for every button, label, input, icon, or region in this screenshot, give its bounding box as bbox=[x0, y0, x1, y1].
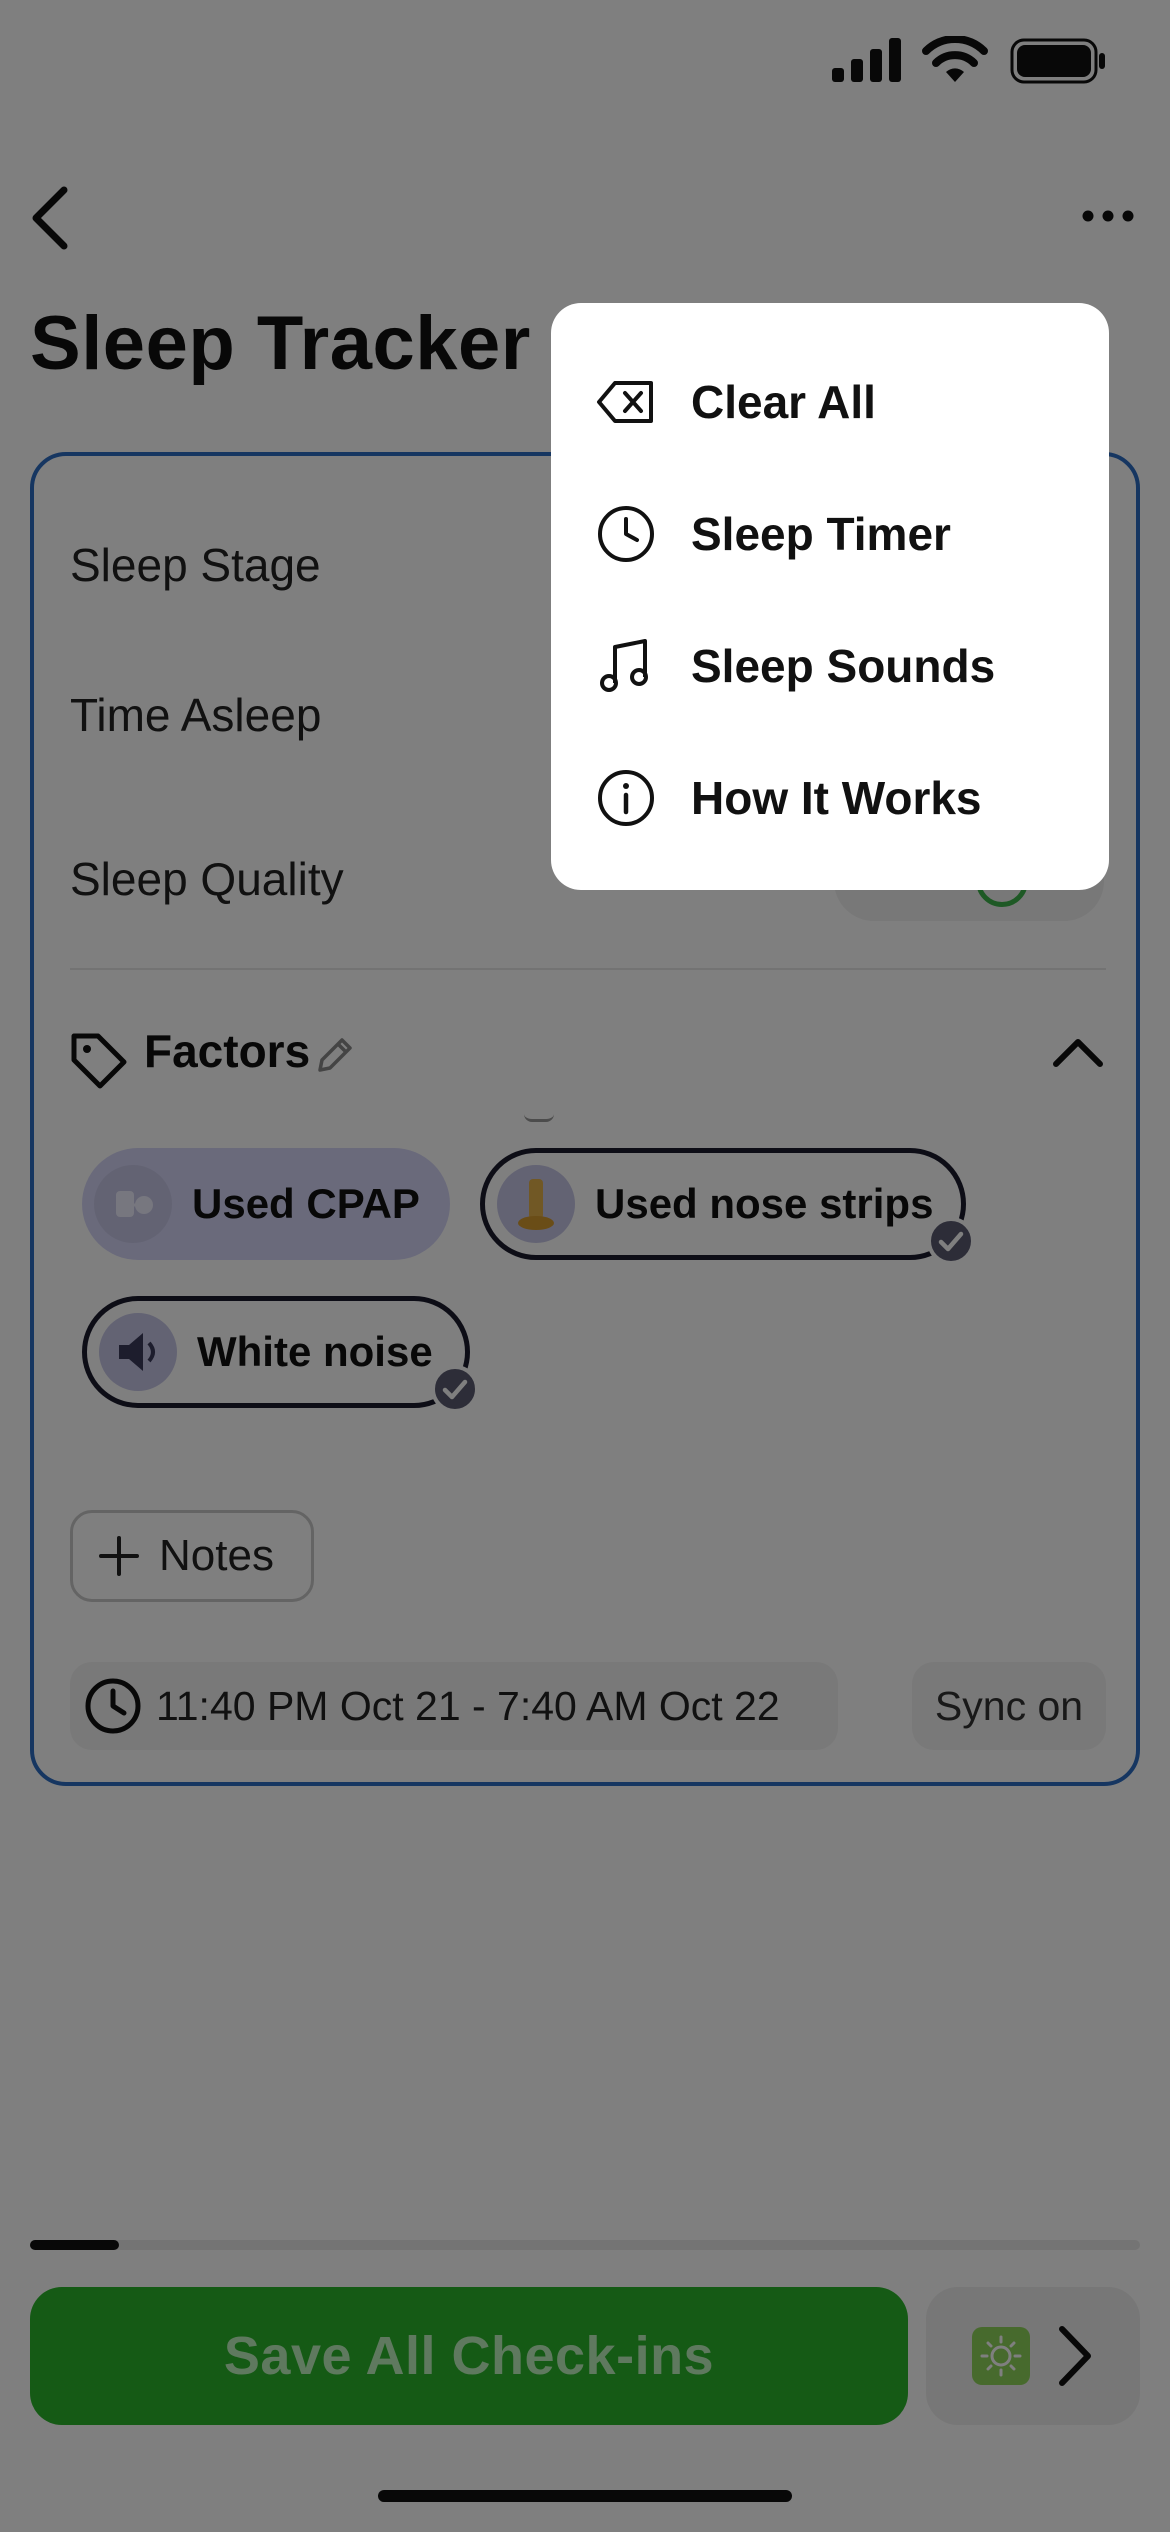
menu-item-sleep-sounds[interactable]: Sleep Sounds bbox=[551, 611, 1109, 721]
music-note-icon bbox=[600, 639, 648, 692]
menu-item-label: How It Works bbox=[691, 772, 982, 824]
menu-item-clear-all[interactable]: Clear All bbox=[551, 347, 1109, 457]
menu-item-label: Sleep Timer bbox=[691, 508, 951, 560]
options-menu: Clear All Sleep Timer Sleep Sounds How I… bbox=[551, 303, 1109, 890]
clock-icon bbox=[598, 506, 654, 562]
menu-item-sleep-timer[interactable]: Sleep Timer bbox=[551, 479, 1109, 589]
menu-item-label: Clear All bbox=[691, 376, 876, 428]
menu-item-how-it-works[interactable]: How It Works bbox=[551, 743, 1109, 853]
backspace-icon bbox=[597, 381, 653, 423]
menu-item-label: Sleep Sounds bbox=[691, 640, 996, 692]
info-icon bbox=[598, 770, 654, 826]
